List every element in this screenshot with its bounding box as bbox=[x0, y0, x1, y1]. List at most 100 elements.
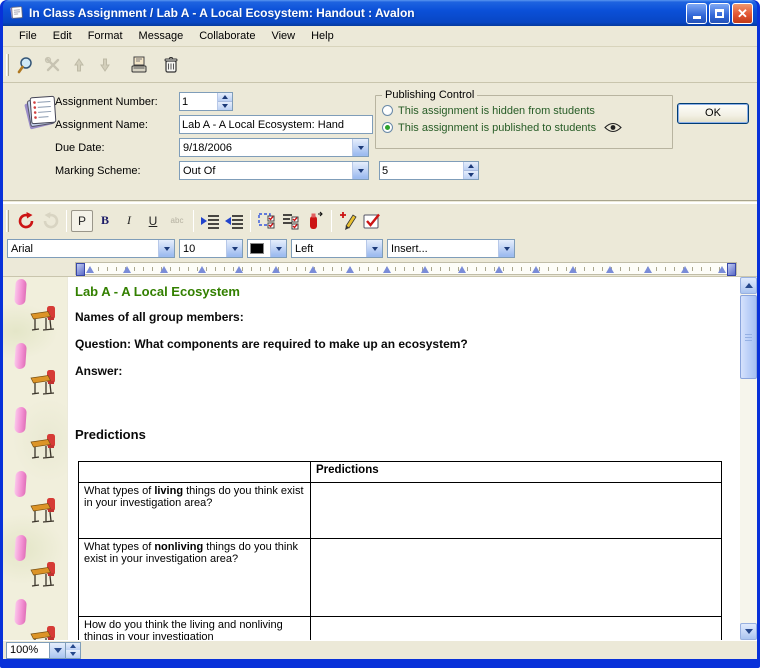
menu-message[interactable]: Message bbox=[131, 27, 192, 45]
tab-stop-marker[interactable] bbox=[235, 266, 243, 273]
toolbar-grip[interactable] bbox=[6, 54, 9, 76]
hidden-option-label: This assignment is hidden from students bbox=[398, 105, 595, 117]
menu-edit[interactable]: Edit bbox=[45, 27, 80, 45]
chevron-down-icon[interactable] bbox=[352, 139, 368, 156]
menu-view[interactable]: View bbox=[263, 27, 303, 45]
insert-dropdown[interactable]: Insert... bbox=[387, 239, 515, 258]
minimize-button[interactable] bbox=[686, 3, 707, 24]
tab-stop-marker[interactable] bbox=[86, 266, 94, 273]
tab-stop-marker[interactable] bbox=[160, 266, 168, 273]
italic-button[interactable]: I bbox=[117, 209, 141, 233]
table-answer-cell[interactable] bbox=[311, 539, 722, 617]
paragraph-toggle-button[interactable]: P bbox=[71, 210, 93, 232]
radio-selected-icon[interactable] bbox=[382, 122, 393, 133]
tab-stop-marker[interactable] bbox=[272, 266, 280, 273]
assignment-number-label: Assignment Number: bbox=[55, 93, 158, 111]
zoom-control[interactable]: 100% bbox=[6, 642, 81, 659]
marking-points-stepper[interactable] bbox=[379, 161, 479, 180]
menu-format[interactable]: Format bbox=[80, 27, 131, 45]
answer-line: Answer: bbox=[75, 364, 122, 378]
spin-up-icon[interactable] bbox=[464, 162, 478, 171]
due-date-label: Due Date: bbox=[55, 139, 105, 157]
select-checkboxes-icon[interactable] bbox=[255, 209, 279, 233]
tab-stop-marker[interactable] bbox=[383, 266, 391, 273]
document-content[interactable]: Lab A - A Local Ecosystem Names of all g… bbox=[75, 277, 739, 640]
menu-help[interactable]: Help bbox=[303, 27, 342, 45]
assignment-number-spin-buttons[interactable] bbox=[217, 93, 232, 110]
spin-down-icon[interactable] bbox=[66, 650, 80, 658]
due-date-dropdown[interactable]: 9/18/2006 bbox=[179, 138, 369, 157]
radio-unselected-icon[interactable] bbox=[382, 105, 393, 116]
ok-button[interactable]: OK bbox=[677, 103, 749, 124]
decrease-indent-icon[interactable] bbox=[222, 209, 246, 233]
assignment-name-input[interactable] bbox=[180, 116, 372, 133]
left-margin-marker[interactable] bbox=[76, 263, 85, 276]
chevron-down-icon[interactable] bbox=[270, 240, 286, 257]
print-icon[interactable] bbox=[126, 52, 152, 78]
chevron-down-icon[interactable] bbox=[498, 240, 514, 257]
chevron-down-icon[interactable] bbox=[352, 162, 368, 179]
spin-up-icon[interactable] bbox=[66, 643, 80, 651]
tab-stop-marker[interactable] bbox=[198, 266, 206, 273]
alignment-dropdown[interactable]: Left bbox=[291, 239, 383, 258]
spellcheck-icon[interactable] bbox=[360, 209, 384, 233]
assignment-name-field[interactable] bbox=[179, 115, 373, 134]
tab-stop-marker[interactable] bbox=[495, 266, 503, 273]
tab-stop-marker[interactable] bbox=[606, 266, 614, 273]
maximize-button[interactable] bbox=[709, 3, 730, 24]
table-answer-cell[interactable] bbox=[311, 483, 722, 539]
chevron-down-icon[interactable] bbox=[50, 642, 66, 659]
checklist-icon[interactable] bbox=[279, 209, 303, 233]
published-option-row[interactable]: This assignment is published to students bbox=[382, 119, 666, 136]
document-area[interactable]: Lab A - A Local Ecosystem Names of all g… bbox=[3, 277, 757, 640]
chalk-graphic bbox=[14, 535, 27, 562]
marking-points-spin-buttons[interactable] bbox=[463, 162, 478, 179]
chevron-down-icon[interactable] bbox=[226, 240, 242, 257]
menu-collaborate[interactable]: Collaborate bbox=[191, 27, 263, 45]
spin-down-icon[interactable] bbox=[218, 102, 232, 110]
scroll-down-icon[interactable] bbox=[740, 623, 757, 640]
tab-stop-marker[interactable] bbox=[421, 266, 429, 273]
tab-stop-marker[interactable] bbox=[309, 266, 317, 273]
assignment-number-input[interactable] bbox=[180, 93, 217, 110]
scroll-up-icon[interactable] bbox=[740, 277, 757, 294]
underline-button[interactable]: U bbox=[141, 209, 165, 233]
right-margin-marker[interactable] bbox=[727, 263, 736, 276]
font-family-dropdown[interactable]: Arial bbox=[7, 239, 175, 258]
close-button[interactable]: ✕ bbox=[732, 3, 753, 24]
marking-points-input[interactable] bbox=[380, 162, 463, 179]
zoom-value[interactable]: 100% bbox=[6, 642, 50, 659]
scrollbar-thumb[interactable] bbox=[740, 295, 757, 379]
assignment-number-stepper[interactable] bbox=[179, 92, 233, 111]
chevron-down-icon[interactable] bbox=[158, 240, 174, 257]
ruler-markers[interactable] bbox=[75, 262, 737, 275]
font-color-dropdown[interactable] bbox=[247, 239, 287, 258]
undo-icon[interactable] bbox=[14, 209, 38, 233]
search-icon[interactable] bbox=[14, 52, 40, 78]
bold-button[interactable]: B bbox=[93, 209, 117, 233]
menu-file[interactable]: File bbox=[11, 27, 45, 45]
font-size-dropdown[interactable]: 10 bbox=[179, 239, 243, 258]
tab-stop-marker[interactable] bbox=[681, 266, 689, 273]
spin-up-icon[interactable] bbox=[218, 93, 232, 102]
tab-stop-marker[interactable] bbox=[458, 266, 466, 273]
tab-stop-marker[interactable] bbox=[718, 266, 726, 273]
spin-down-icon[interactable] bbox=[464, 171, 478, 179]
edit-add-icon[interactable] bbox=[336, 209, 360, 233]
tab-stop-marker[interactable] bbox=[644, 266, 652, 273]
vertical-scrollbar[interactable] bbox=[740, 277, 757, 640]
marker-highlight-icon[interactable] bbox=[303, 209, 327, 233]
tab-stop-marker[interactable] bbox=[346, 266, 354, 273]
marking-scheme-dropdown[interactable]: Out Of bbox=[179, 161, 369, 180]
tab-stop-marker[interactable] bbox=[123, 266, 131, 273]
delete-trash-icon[interactable] bbox=[158, 52, 184, 78]
increase-indent-icon[interactable] bbox=[198, 209, 222, 233]
zoom-spin-buttons[interactable] bbox=[66, 642, 81, 659]
toolbar-grip[interactable] bbox=[6, 210, 9, 232]
tab-stop-marker[interactable] bbox=[532, 266, 540, 273]
chevron-down-icon[interactable] bbox=[366, 240, 382, 257]
hidden-option-row[interactable]: This assignment is hidden from students bbox=[382, 102, 666, 119]
table-row: How do you think the living and nonlivin… bbox=[79, 617, 722, 641]
tab-stop-marker[interactable] bbox=[569, 266, 577, 273]
table-answer-cell[interactable] bbox=[311, 617, 722, 641]
